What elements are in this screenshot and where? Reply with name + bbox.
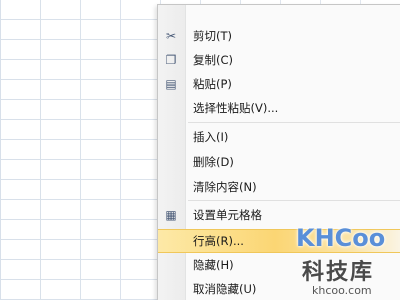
menu-item-label: 行高(R)... [193, 234, 244, 248]
menu-item-label: 复制(C) [193, 53, 234, 67]
menu-item-label: 设置单元格格 [193, 208, 262, 222]
menu-item-paste[interactable]: ▤ 粘贴(P) [158, 73, 400, 95]
format-cells-icon: ▦ [165, 208, 177, 222]
menu-item-label: 删除(D) [193, 155, 234, 169]
menu-item-row-height[interactable]: 行高(R)... [158, 229, 400, 253]
paste-icon: ▤ [165, 77, 177, 91]
context-menu: ✂ 剪切(T) ❐ 复制(C) ▤ 粘贴(P) 选择性粘贴(V)... 插入(I… [157, 4, 400, 300]
menu-item-label: 隐藏(H) [193, 258, 234, 272]
menu-item-label: 剪切(T) [193, 29, 232, 43]
menu-item-copy[interactable]: ❐ 复制(C) [158, 49, 400, 71]
menu-item-hide[interactable]: 隐藏(H) [158, 254, 400, 276]
menu-item-insert[interactable]: 插入(I) [158, 126, 400, 148]
menu-item-format-cells[interactable]: ▦ 设置单元格格 [158, 204, 400, 226]
menu-item-paste-special[interactable]: 选择性粘贴(V)... [158, 97, 400, 119]
menu-item-label: 粘贴(P) [193, 77, 232, 91]
menu-item-clear-contents[interactable]: 清除内容(N) [158, 176, 400, 198]
menu-item-cut[interactable]: ✂ 剪切(T) [158, 25, 400, 47]
menu-separator [188, 122, 400, 123]
menu-item-unhide[interactable]: 取消隐藏(U) [158, 278, 400, 300]
menu-item-label: 选择性粘贴(V)... [193, 101, 279, 115]
menu-item-label: 插入(I) [193, 130, 229, 144]
menu-item-delete[interactable]: 删除(D) [158, 151, 400, 173]
menu-separator [188, 200, 400, 201]
screenshot-stage: ✂ 剪切(T) ❐ 复制(C) ▤ 粘贴(P) 选择性粘贴(V)... 插入(I… [0, 0, 400, 300]
copy-icon: ❐ [165, 53, 177, 67]
menu-item-label: 取消隐藏(U) [193, 282, 257, 296]
scissors-icon: ✂ [165, 29, 177, 43]
menu-item-label: 清除内容(N) [193, 180, 257, 194]
